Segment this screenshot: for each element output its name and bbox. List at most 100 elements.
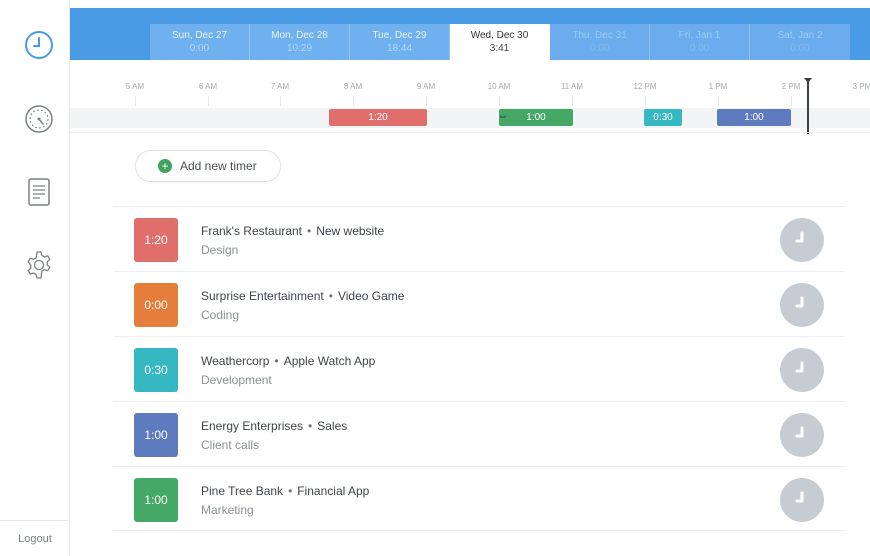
timeline-bar[interactable]: 0:30	[644, 109, 682, 126]
timeline-bar[interactable]: 1:00	[717, 109, 791, 126]
timer-task: Client calls	[201, 438, 260, 452]
hour-label: 11 AM	[560, 82, 584, 91]
timer-title: Energy Enterprises • Sales	[201, 419, 347, 433]
tab-day-1[interactable]: Mon, Dec 28 10:29	[250, 24, 350, 60]
hour-label: 6 AM	[198, 82, 218, 91]
timer-row[interactable]: 1:00 Energy Enterprises • Sales Client cal…	[113, 401, 845, 466]
hour-label: 12 PM	[633, 82, 657, 91]
tab-day-label: Sat, Jan 2	[777, 30, 823, 41]
logout-button[interactable]: Logout	[0, 520, 70, 556]
sidebar-item-timer[interactable]	[22, 28, 56, 62]
sidebar-item-reports[interactable]	[22, 175, 56, 209]
separator-dot: •	[307, 224, 312, 238]
timer-duration-badge[interactable]: 0:30	[134, 348, 178, 392]
hour-label: 5 AM	[125, 82, 145, 91]
timeline-bar[interactable]: 1:00	[499, 109, 573, 126]
divider	[70, 132, 870, 133]
tab-day-label: Fri, Jan 1	[678, 30, 721, 41]
gear-icon	[27, 251, 51, 279]
clock-icon	[795, 426, 804, 438]
timer-list: 1:20 Frank's Restaurant • New website Desi…	[113, 206, 845, 531]
tab-day-total: 10:29	[286, 43, 313, 54]
tab-day-total: 3:41	[489, 43, 510, 54]
tab-day-total: 0:00	[589, 43, 610, 54]
hour-tick	[499, 96, 500, 106]
separator-dot: •	[308, 419, 313, 433]
tab-day-label: Sun, Dec 27	[171, 30, 228, 41]
plus-icon: +	[158, 159, 172, 173]
tab-day-5[interactable]: Fri, Jan 1 0:00	[650, 24, 750, 60]
sidebar-item-settings[interactable]	[22, 248, 56, 282]
timer-client: Energy Enterprises	[201, 419, 304, 433]
timer-client: Surprise Entertainment	[201, 289, 324, 303]
hour-tick	[426, 96, 427, 106]
timer-row[interactable]: 0:30 Weathercorp • Apple Watch App Develop…	[113, 336, 845, 401]
separator-dot: •	[288, 484, 293, 498]
timer-title: Pine Tree Bank • Financial App	[201, 484, 369, 498]
start-timer-button[interactable]	[780, 218, 824, 262]
timer-project: New website	[316, 224, 385, 238]
timer-title: Weathercorp • Apple Watch App	[201, 354, 375, 368]
clock-icon	[795, 231, 804, 243]
timer-duration-badge[interactable]: 0:00	[134, 283, 178, 327]
timer-project: Sales	[317, 419, 348, 433]
day-tabs-header: Sun, Dec 27 0:00 Mon, Dec 28 10:29 Tue, …	[70, 8, 870, 60]
timer-client: Weathercorp	[201, 354, 270, 368]
sidebar: Logout	[0, 0, 70, 556]
hour-tick	[718, 96, 719, 106]
tab-day-total: 18:44	[386, 43, 413, 54]
timer-duration-badge[interactable]: 1:20	[134, 218, 178, 262]
start-timer-button[interactable]	[780, 283, 824, 327]
current-time-line	[807, 80, 809, 134]
separator-dot: •	[274, 354, 279, 368]
sidebar-item-dashboard[interactable]	[22, 102, 56, 136]
clock-icon	[795, 296, 804, 308]
tab-day-2[interactable]: Tue, Dec 29 18:44	[350, 24, 450, 60]
tab-day-4[interactable]: Thu, Dec 31 0:00	[550, 24, 650, 60]
day-timeline: 5 AM 6 AM 7 AM 8 AM 9 AM 10 AM 11 AM 12 …	[70, 60, 870, 135]
tab-day-3-active[interactable]: Wed, Dec 30 3:41	[450, 24, 550, 60]
resize-cursor-icon: ⇔	[498, 111, 508, 122]
hour-label: 9 AM	[416, 82, 436, 91]
hour-tick	[353, 96, 354, 106]
tab-day-total: 0:00	[689, 43, 710, 54]
tab-day-label: Wed, Dec 30	[470, 30, 529, 41]
hour-label: 8 AM	[343, 82, 363, 91]
tab-day-0[interactable]: Sun, Dec 27 0:00	[150, 24, 250, 60]
tab-day-label: Mon, Dec 28	[271, 30, 328, 41]
timer-row[interactable]: 1:20 Frank's Restaurant • New website Desi…	[113, 206, 845, 271]
hour-tick	[572, 96, 573, 106]
tab-day-6[interactable]: Sat, Jan 2 0:00	[750, 24, 850, 60]
hour-tick	[135, 96, 136, 106]
timer-title: Surprise Entertainment • Video Game	[201, 289, 404, 303]
hour-label: 10 AM	[487, 82, 511, 91]
start-timer-button[interactable]	[780, 413, 824, 457]
tab-day-total: 0:00	[790, 43, 810, 54]
timer-project: Financial App	[297, 484, 370, 498]
report-icon	[28, 178, 50, 206]
tab-day-label: Thu, Dec 31	[572, 30, 627, 41]
start-timer-button[interactable]	[780, 478, 824, 522]
add-timer-label: Add new timer	[180, 159, 257, 173]
timer-project: Apple Watch App	[283, 354, 376, 368]
timeline-bar[interactable]: 1:20	[329, 109, 427, 126]
timer-row[interactable]: 1:00 Pine Tree Bank • Financial App Market…	[113, 466, 845, 531]
add-timer-button[interactable]: + Add new timer	[135, 150, 281, 182]
timer-client: Pine Tree Bank	[201, 484, 284, 498]
timer-row[interactable]: 0:00 Surprise Entertainment • Video Game C…	[113, 271, 845, 336]
timer-duration-badge[interactable]: 1:00	[134, 478, 178, 522]
timer-duration-badge[interactable]: 1:00	[134, 413, 178, 457]
hour-label: 1 PM	[708, 82, 728, 91]
clock-icon	[795, 491, 804, 503]
start-timer-button[interactable]	[780, 348, 824, 392]
clock-icon	[795, 361, 804, 373]
timer-task: Marketing	[201, 503, 254, 517]
clock-icon	[25, 31, 53, 59]
timer-title: Frank's Restaurant • New website	[201, 224, 384, 238]
timer-task: Development	[201, 373, 272, 387]
tab-day-label: Tue, Dec 29	[372, 30, 427, 41]
hour-tick	[280, 96, 281, 106]
day-tabs: Sun, Dec 27 0:00 Mon, Dec 28 10:29 Tue, …	[150, 24, 850, 60]
timer-task: Coding	[201, 308, 240, 322]
hour-tick	[208, 96, 209, 106]
